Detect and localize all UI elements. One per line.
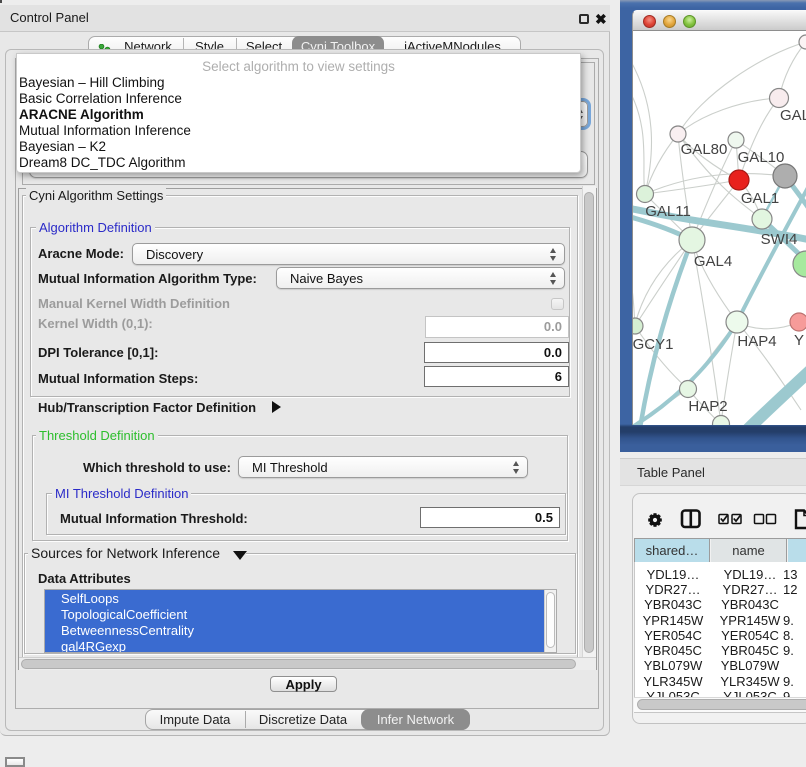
svg-text:SWI4: SWI4 xyxy=(761,231,798,248)
svg-text:GAL10: GAL10 xyxy=(738,149,785,166)
svg-text:GCY1: GCY1 xyxy=(633,336,673,353)
svg-text:GAL1: GAL1 xyxy=(741,190,779,207)
svg-text:GAL: GAL xyxy=(780,107,806,124)
svg-text:Y: Y xyxy=(794,332,804,349)
svg-text:HAP4: HAP4 xyxy=(737,333,776,350)
svg-text:GAL11: GAL11 xyxy=(645,203,691,220)
svg-text:HAP2: HAP2 xyxy=(688,398,727,415)
svg-text:GAL4: GAL4 xyxy=(694,253,732,270)
svg-text:GAL80: GAL80 xyxy=(681,141,728,158)
